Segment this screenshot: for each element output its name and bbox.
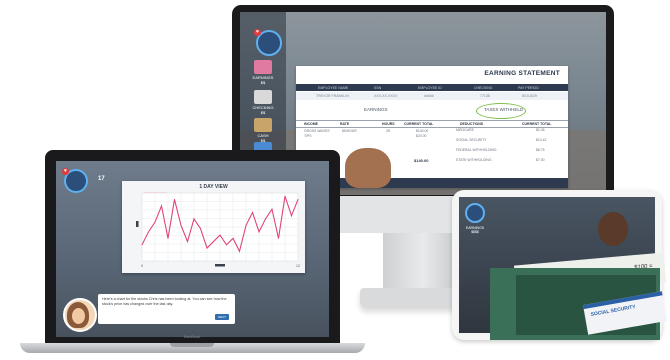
earnings-section-label: EARNINGS [364, 107, 388, 112]
price-point [167, 237, 169, 239]
price-point [297, 198, 299, 200]
value-cell: ##### [424, 93, 434, 98]
teacher-face [72, 308, 85, 324]
x-tick-label: 12 [296, 264, 300, 268]
score-counter: 17 [98, 176, 105, 182]
price-point [213, 241, 214, 243]
deduction-amount: $10.42 [536, 138, 547, 142]
piggy-bank-icon [254, 60, 272, 74]
column-header: CURRENT TOTAL [522, 122, 552, 126]
sidebar-item-earnings[interactable]: EARNINGS $$ [243, 60, 283, 85]
price-point [245, 224, 247, 226]
sidebar-item-checking[interactable]: CHECKING $$ [243, 90, 283, 115]
heart-icon: ♥ [62, 168, 69, 175]
header-cell: EMPLOYEE ID [418, 85, 442, 90]
income-grand-total: $140.00 [414, 158, 429, 163]
price-point [271, 208, 273, 210]
stock-chart-card: 1 DAY VIEW $0.11 - $0.31 012 [122, 181, 305, 273]
column-header: CURRENT TOTAL [404, 122, 434, 126]
x-axis-marker [215, 264, 225, 267]
price-point [193, 218, 195, 220]
imac-stand [383, 233, 463, 291]
price-point [239, 250, 240, 252]
cash-icon [254, 118, 272, 132]
price-point [161, 205, 162, 207]
tips-amount: $20.00 [416, 134, 427, 138]
value-cell: TREVOR FRANKLIN [316, 93, 349, 98]
header-cell: EMPLOYEE NAME [318, 85, 349, 90]
price-point [187, 241, 188, 243]
income-total: $140.00 [416, 129, 429, 133]
column-header: INCOME [304, 122, 318, 126]
price-point [265, 218, 266, 220]
deduction-amount: $2.45 [536, 128, 545, 132]
deduction-name: FEDERAL WITHHOLDING [456, 148, 497, 152]
ipad-sidebar-label: EARNINGS $$$$ [465, 226, 485, 234]
hand-holding-statement [345, 148, 391, 188]
column-header: HOURS [382, 122, 395, 126]
teacher-avatar [63, 298, 97, 332]
statement-column-headers: INCOME RATE HOURS CURRENT TOTAL DEDUCTIO… [296, 120, 568, 128]
checkbook-icon [254, 90, 272, 104]
sidebar-item-cash[interactable]: CASH $$ [243, 118, 283, 143]
column-header: DEDUCTIONS [460, 122, 484, 126]
macbook-notch [170, 343, 214, 347]
price-point [219, 234, 221, 236]
income-name: GROSS WAGES [304, 129, 330, 133]
statement-value-row: TREVOR FRANKLIN XXX-XX-XXXX ##### 77138 … [296, 92, 568, 100]
deduction-amount: $8.75 [536, 148, 545, 152]
ipad-avatar[interactable] [465, 203, 485, 223]
price-point [148, 231, 149, 233]
price-chart: 0 12 [136, 192, 300, 268]
price-point [200, 228, 201, 230]
price-point [206, 247, 208, 249]
tips-label: TIPS [304, 134, 312, 138]
avatar-icon [465, 203, 485, 223]
statement-header-row: EMPLOYEE NAME SSN EMPLOYEE ID CHECKING P… [296, 84, 568, 91]
y-axis-marker [136, 221, 139, 227]
header-cell: PAY PERIOD [518, 85, 539, 90]
sidebar-item-label: CHECKING $$ [252, 105, 274, 115]
column-header: RATE [340, 122, 350, 126]
deduction-name: STATE WITHHOLDING [456, 158, 492, 162]
value-cell: 8/15-8/29 [522, 93, 537, 98]
macbook-brand: MacBook [183, 334, 201, 339]
x-tick-label: 0 [141, 264, 143, 268]
statement-title: EARNING STATEMENT [484, 70, 560, 77]
price-point [278, 237, 279, 239]
sidebar-item-label: EARNINGS $$ [252, 75, 274, 85]
price-point [226, 244, 227, 246]
value-cell: 77138 [480, 93, 490, 98]
price-point [291, 215, 292, 217]
header-cell: SSN [374, 85, 382, 90]
character-head [598, 212, 628, 246]
highlight-circle [476, 103, 526, 119]
price-point [252, 211, 253, 213]
tutorial-dialog: Here's a chart for the stocks Chris has … [98, 294, 235, 324]
price-point [141, 244, 143, 246]
deduction-amount: $7.00 [536, 158, 545, 162]
income-hours: 28 [386, 129, 390, 133]
next-button[interactable]: NEXT [215, 314, 229, 320]
dialog-text: Here's a chart for the stocks Chris has … [102, 297, 227, 306]
price-point [284, 195, 286, 197]
price-point [180, 224, 182, 226]
heart-icon: ♥ [254, 29, 261, 36]
value-cell: XXX-XX-XXXX [374, 93, 398, 98]
price-point [174, 198, 175, 200]
price-point [258, 231, 260, 233]
price-point [154, 221, 156, 223]
deduction-name: SOCIAL SECURITY [456, 138, 487, 142]
income-rate: $5/HOUR [342, 129, 357, 133]
price-point [232, 237, 234, 239]
card-label: SOCIAL SECURITY [590, 304, 637, 318]
header-cell: CHECKING [474, 85, 493, 90]
deduction-name: MEDICARE [456, 128, 474, 132]
